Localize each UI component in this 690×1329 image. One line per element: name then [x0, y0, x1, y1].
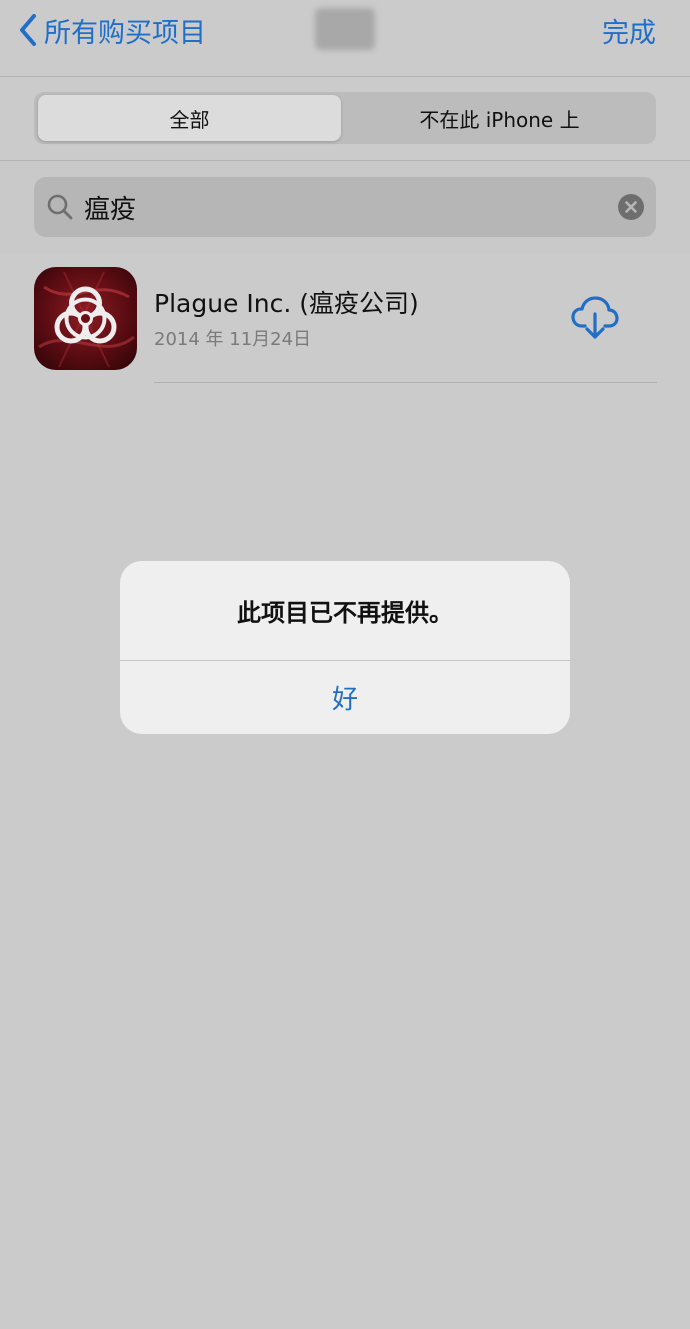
blurred-account-name	[315, 8, 375, 50]
segment-not-on-this-iphone[interactable]: 不在此 iPhone 上	[348, 95, 651, 141]
cloud-download-icon[interactable]	[571, 296, 619, 340]
segmented-control: 全部 不在此 iPhone 上	[34, 92, 656, 144]
done-button[interactable]: 完成	[602, 8, 656, 52]
clear-icon[interactable]	[618, 194, 644, 220]
alert-message: 此项目已不再提供。	[237, 599, 453, 627]
segment-all[interactable]: 全部	[38, 95, 341, 141]
app-icon	[34, 267, 137, 370]
alert-dialog: 此项目已不再提供。 好	[120, 561, 570, 734]
search-input[interactable]: 瘟疫	[84, 177, 136, 237]
list-item[interactable]: Plague Inc. (瘟疫公司) 2014 年 11月24日	[0, 253, 690, 384]
back-button[interactable]: 所有购买项目	[18, 8, 206, 52]
back-button-label: 所有购买项目	[44, 17, 206, 49]
purchase-list: Plague Inc. (瘟疫公司) 2014 年 11月24日	[0, 253, 690, 1329]
search-icon	[47, 194, 73, 220]
purchase-date: 2014 年 11月24日	[154, 329, 312, 350]
alert-ok-button[interactable]: 好	[120, 661, 570, 734]
biohazard-icon	[38, 271, 135, 368]
segment-bar: 全部 不在此 iPhone 上	[0, 77, 690, 161]
search-area: 瘟疫	[0, 161, 690, 253]
row-divider	[154, 382, 657, 383]
search-field[interactable]: 瘟疫	[34, 177, 656, 237]
app-name: Plague Inc. (瘟疫公司)	[154, 289, 419, 318]
navigation-bar: 所有购买项目 完成	[0, 0, 690, 77]
chevron-left-icon	[20, 14, 36, 46]
